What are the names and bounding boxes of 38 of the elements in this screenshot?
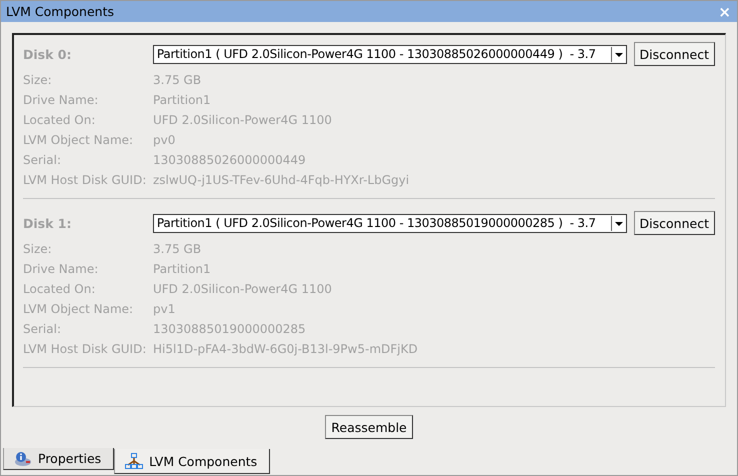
field-label: Located On:	[23, 282, 96, 296]
field-value: Partition1	[153, 93, 211, 107]
tab[interactable]: LVM Components	[114, 449, 270, 474]
field-value: 3.75 GB	[153, 73, 202, 87]
field-value: pv1	[153, 302, 176, 316]
field-label: LVM Object Name:	[23, 133, 134, 147]
hierarchy-icon	[125, 453, 144, 469]
field-label: Drive Name:	[23, 262, 100, 276]
field-label: LVM Object Name:	[23, 302, 134, 316]
disconnect-button[interactable]: Disconnect	[634, 211, 715, 235]
disk-label: Disk 1:	[23, 216, 72, 230]
field-label: LVM Host Disk GUID:	[23, 173, 148, 187]
tab[interactable]: Properties	[3, 448, 114, 470]
field-label: LVM Host Disk GUID:	[23, 342, 148, 356]
field-label: Located On:	[23, 113, 96, 127]
disk-info-icon	[14, 450, 32, 466]
field-value: 13030885019000000285	[153, 322, 306, 336]
field-value: Hi5l1D-pFA4-3bdW-6G0j-B13l-9Pw5-mDFjKD	[153, 342, 418, 356]
window-title: LVM Components	[6, 4, 114, 19]
field-label: Serial:	[23, 322, 62, 336]
field-value: zslwUQ-j1US-TFev-6Uhd-4Fqb-HYXr-LbGgyi	[153, 173, 410, 187]
field-label: Drive Name:	[23, 93, 100, 107]
field-label: Size:	[23, 73, 53, 87]
reassemble-button[interactable]: Reassemble	[325, 415, 413, 439]
field-value: pv0	[153, 133, 176, 147]
field-value: 13030885026000000449	[153, 153, 306, 167]
dropdown-arrow-icon	[610, 46, 626, 62]
field-label: Serial:	[23, 153, 62, 167]
field-label: Size:	[23, 242, 53, 256]
field-value: UFD 2.0Silicon-Power4G 1100	[153, 282, 332, 296]
field-value: 3.75 GB	[153, 242, 202, 256]
partition-dropdown[interactable]: Partition1 ( UFD 2.0Silicon-Power4G 1100 - 13030885026000000449 ) - 3.7	[152, 44, 627, 64]
dropdown-arrow-icon	[610, 216, 626, 230]
disconnect-button[interactable]: Disconnect	[634, 42, 715, 66]
disk-label: Disk 0:	[23, 46, 72, 62]
partition-dropdown[interactable]: Partition1 ( UFD 2.0Silicon-Power4G 1100 - 13030885019000000285 ) - 3.7	[152, 214, 627, 232]
field-value: Partition1	[153, 262, 211, 276]
field-value: UFD 2.0Silicon-Power4G 1100	[153, 113, 332, 127]
